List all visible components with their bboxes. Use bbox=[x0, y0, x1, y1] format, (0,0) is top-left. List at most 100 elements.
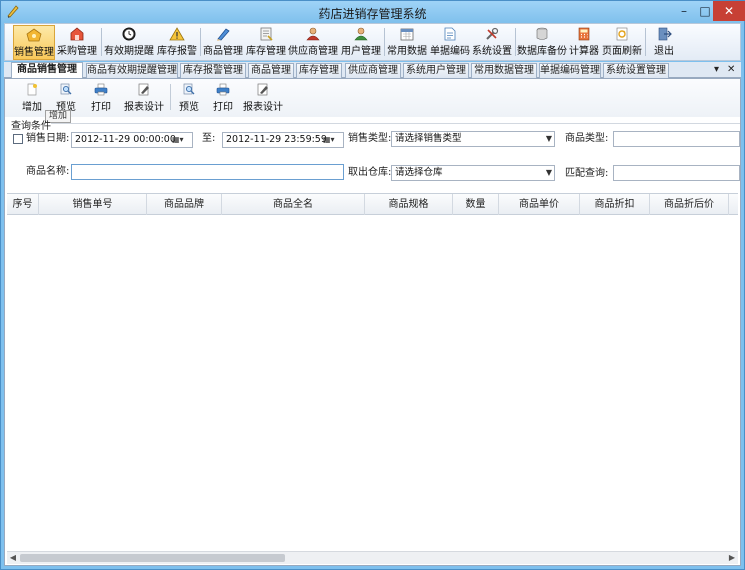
toolbar-document-code-button[interactable]: 单据编码 bbox=[429, 25, 471, 60]
product-type-label: 商品类型: bbox=[565, 133, 609, 144]
tab-product-management[interactable]: 商品管理 bbox=[248, 63, 294, 78]
report-design-label: 报表设计 bbox=[243, 102, 283, 113]
tab-supplier-management[interactable]: 供应商管理 bbox=[345, 63, 401, 78]
sales-type-value: 请选择销售类型 bbox=[395, 133, 462, 144]
tab-common-data[interactable]: 常用数据管理 bbox=[471, 63, 537, 78]
supplier-icon bbox=[305, 27, 321, 41]
print-label: 打印 bbox=[91, 102, 111, 113]
product-type-input[interactable] bbox=[613, 131, 740, 147]
scroll-thumb[interactable] bbox=[20, 554, 285, 562]
toolbar-page-refresh-button[interactable]: 页面刷新 bbox=[601, 25, 643, 60]
column-header-index[interactable]: 序号 bbox=[7, 194, 39, 215]
date-to-picker[interactable]: 2012-11-29 23:59:59 ▦▾ bbox=[222, 132, 344, 148]
toolbar-exit-button[interactable]: 退出 bbox=[648, 25, 680, 60]
sales-grid-body[interactable] bbox=[7, 216, 738, 550]
column-header-unit-price[interactable]: 商品单价 bbox=[499, 194, 580, 215]
window-title: 药店进销存管理系统 bbox=[318, 7, 427, 21]
preview-button[interactable]: 预览 bbox=[53, 82, 79, 113]
calculator-icon bbox=[576, 27, 592, 41]
report-design-button-2[interactable]: 报表设计 bbox=[240, 82, 286, 113]
report-design-icon bbox=[137, 83, 151, 96]
maximize-button[interactable]: □ bbox=[695, 1, 715, 21]
toolbar-inventory-management-button[interactable]: 库存管理 bbox=[245, 25, 287, 60]
warehouse-select[interactable]: 请选择仓库 ▼ bbox=[391, 165, 555, 181]
toolbar-database-backup-button[interactable]: 数据库备份 bbox=[517, 25, 567, 60]
sub-toolbar: 增加 预览 打印 报表设计 预览 打印 报表设计 增加 bbox=[5, 79, 740, 123]
toolbar-label: 计算器 bbox=[569, 46, 599, 57]
toolbar-system-settings-button[interactable]: 系统设置 bbox=[471, 25, 513, 60]
scroll-left-icon[interactable]: ◀ bbox=[7, 552, 19, 564]
toolbar-label: 有效期提醒 bbox=[104, 46, 154, 57]
printer-icon bbox=[94, 83, 108, 96]
toolbar-sales-management-button[interactable]: 销售管理 bbox=[13, 25, 55, 60]
toolbar-expiry-reminder-button[interactable]: 有效期提醒 bbox=[103, 25, 155, 60]
product-name-label: 商品名称: bbox=[26, 166, 70, 177]
new-document-icon bbox=[25, 83, 39, 96]
toolbar-separator bbox=[101, 28, 102, 56]
toolbar-purchase-management-button[interactable]: 采购管理 bbox=[56, 25, 98, 60]
sub-toolbar-separator bbox=[170, 84, 171, 110]
title-bar: 药店进销存管理系统 – □ ✕ bbox=[1, 1, 745, 23]
column-header-order-no[interactable]: 销售单号 bbox=[39, 194, 147, 215]
toolbar-label: 数据库备份 bbox=[517, 46, 567, 57]
calendar-dropdown-icon[interactable]: ▦▾ bbox=[172, 135, 190, 145]
print-button[interactable]: 打印 bbox=[88, 82, 114, 113]
date-from-picker[interactable]: 2012-11-29 00:00:00 ▦▾ bbox=[71, 132, 193, 148]
report-design-button[interactable]: 报表设计 bbox=[121, 82, 167, 113]
close-window-button[interactable]: ✕ bbox=[713, 1, 745, 21]
printer-icon bbox=[216, 83, 230, 96]
toolbar-calculator-button[interactable]: 计算器 bbox=[568, 25, 600, 60]
tab-close-icon[interactable]: ✕ bbox=[727, 63, 735, 77]
toolbar-label: 单据编码 bbox=[430, 46, 470, 57]
product-name-input[interactable] bbox=[71, 164, 344, 180]
tab-system-settings[interactable]: 系统设置管理 bbox=[603, 63, 669, 78]
exit-icon bbox=[656, 27, 672, 41]
horizontal-scrollbar[interactable]: ◀ ▶ bbox=[7, 551, 738, 564]
toolbar-supplier-management-button[interactable]: 供应商管理 bbox=[287, 25, 339, 60]
query-group-title: 查询条件 bbox=[11, 121, 51, 132]
tab-expiry-reminder[interactable]: 商品有效期提醒管理 bbox=[86, 63, 178, 78]
calendar-dropdown-icon[interactable]: ▦▾ bbox=[323, 135, 341, 145]
group-divider bbox=[51, 123, 740, 124]
toolbar-user-management-button[interactable]: 用户管理 bbox=[340, 25, 382, 60]
toolbar-separator bbox=[200, 28, 201, 56]
app-window: 药店进销存管理系统 – □ ✕ 销售管理 采购管理 有效期提醒 库存报警 商品管… bbox=[0, 0, 745, 570]
scroll-right-icon[interactable]: ▶ bbox=[726, 552, 738, 564]
minimize-button[interactable]: – bbox=[674, 1, 694, 21]
column-header-quantity[interactable]: 数量 bbox=[453, 194, 499, 215]
date-from-value: 2012-11-29 00:00:00 bbox=[75, 134, 176, 145]
column-header-spec[interactable]: 商品规格 bbox=[365, 194, 453, 215]
toolbar-label: 供应商管理 bbox=[288, 46, 338, 57]
tab-list-dropdown-icon[interactable]: ▾ bbox=[714, 63, 719, 77]
database-icon bbox=[534, 27, 550, 41]
column-header-discount[interactable]: 商品折扣 bbox=[580, 194, 650, 215]
tab-inventory-management[interactable]: 库存管理 bbox=[296, 63, 342, 78]
add-button[interactable]: 增加 bbox=[19, 82, 45, 113]
warehouse-label: 取出仓库: bbox=[348, 167, 392, 178]
toolbar-label: 系统设置 bbox=[472, 46, 512, 57]
toolbar-product-management-button[interactable]: 商品管理 bbox=[202, 25, 244, 60]
inventory-icon bbox=[258, 27, 274, 41]
column-header-discounted-price[interactable]: 商品折后价 bbox=[650, 194, 729, 215]
report-design-icon bbox=[256, 83, 270, 96]
magnifier-icon bbox=[182, 83, 196, 96]
report-design-label: 报表设计 bbox=[124, 102, 164, 113]
toolbar-label: 退出 bbox=[654, 46, 674, 57]
tab-system-users[interactable]: 系统用户管理 bbox=[403, 63, 469, 78]
preview-label: 预览 bbox=[179, 102, 199, 113]
column-header-brand[interactable]: 商品品牌 bbox=[147, 194, 222, 215]
tab-stock-alarm[interactable]: 库存报警管理 bbox=[180, 63, 246, 78]
toolbar-stock-alarm-button[interactable]: 库存报警 bbox=[156, 25, 198, 60]
match-query-input[interactable] bbox=[613, 165, 740, 181]
toolbar-label: 库存管理 bbox=[246, 46, 286, 57]
column-header-full-name[interactable]: 商品全名 bbox=[222, 194, 365, 215]
preview-button-2[interactable]: 预览 bbox=[176, 82, 202, 113]
sales-type-select[interactable]: 请选择销售类型 ▼ bbox=[391, 131, 555, 147]
main-toolbar: 销售管理 采购管理 有效期提醒 库存报警 商品管理 库存管理 供应商管理 用户管… bbox=[4, 23, 741, 61]
sales-date-checkbox[interactable] bbox=[13, 134, 23, 144]
toolbar-label: 库存报警 bbox=[157, 46, 197, 57]
tab-product-sales[interactable]: 商品销售管理 bbox=[11, 62, 83, 79]
toolbar-common-data-button[interactable]: 常用数据 bbox=[386, 25, 428, 60]
print-button-2[interactable]: 打印 bbox=[210, 82, 236, 113]
tab-document-code[interactable]: 单据编码管理 bbox=[539, 63, 601, 78]
